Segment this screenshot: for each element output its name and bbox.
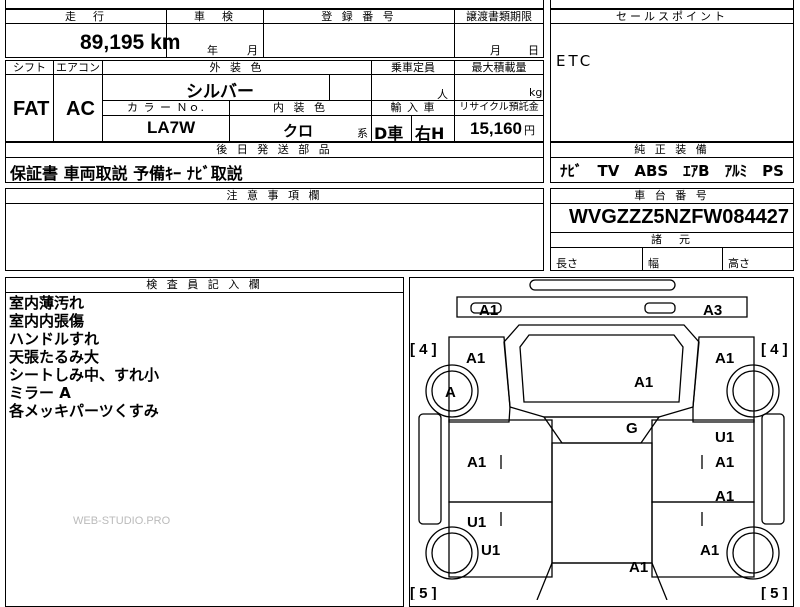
sales-point-text: ETC [556, 52, 594, 70]
recycle-value: 15,160 円 [470, 119, 535, 138]
headlight-right [644, 302, 676, 314]
watermark: WEB-STUDIO.PRO [73, 515, 171, 527]
sales-point-box [550, 23, 794, 142]
registration-box [263, 23, 455, 58]
damage-mark: A1 [467, 454, 486, 471]
load-label: 最大積載量 [454, 60, 544, 75]
damage-mark: U1 [715, 429, 734, 446]
notes-label: 注 意 事 項 欄 [5, 188, 544, 204]
equipment-label: 純 正 装 備 [550, 142, 794, 158]
inspector-line: ミラー A [9, 384, 71, 402]
dims-height: 高さ [728, 257, 750, 270]
inspection-month-unit: 月 [247, 44, 258, 57]
tire-rr-label: [ 5 ] [761, 585, 788, 600]
color-no-value: LA7W [147, 118, 196, 137]
chassis-label: 車 台 番 号 [550, 188, 794, 204]
door-front-right [651, 419, 755, 503]
exterior-value: シルバー [186, 82, 254, 102]
inspector-line: 天張たるみ大 [9, 348, 100, 366]
damage-mark: A1 [715, 350, 734, 367]
inspector-line: シートしみ中、すれ小 [9, 366, 160, 384]
dims-divider-1 [642, 247, 643, 271]
damage-mark: A1 [629, 559, 648, 576]
transfer-day-unit: 日 [528, 44, 539, 57]
damage-mark: A [445, 384, 456, 401]
top-strip [5, 0, 544, 9]
wheel-rear-left [425, 526, 479, 580]
chassis-value: WVGZZZ5NZFW084427 [569, 206, 790, 228]
interior-value: クロ [283, 122, 314, 140]
damage-mark: A1 [715, 454, 734, 471]
aircon-label: エアコン [53, 60, 103, 75]
damage-mark: A3 [703, 302, 722, 319]
dims-divider-2 [722, 247, 723, 271]
inspection-label: 車 検 [166, 9, 264, 24]
exterior-divider [329, 74, 330, 101]
damage-mark: G [626, 420, 638, 437]
wheel-rear-right [726, 526, 780, 580]
damage-mark: A1 [634, 374, 653, 391]
inspector-line: 室内内張傷 [9, 312, 85, 330]
rocker-right [761, 413, 785, 525]
import-value-1: D車 [374, 124, 404, 143]
inspector-line: ハンドルすれ [9, 330, 100, 348]
equipment-text: ﾅﾋﾞ TV ABS ｴｱB ｱﾙﾐ PS PW [560, 162, 800, 180]
exterior-label: 外 装 色 [102, 60, 372, 75]
sales-point-label: セールスポイント [550, 9, 794, 24]
rocker-left [418, 413, 442, 525]
accessories-text: 保証書 車両取説 予備ｷｰ ﾅﾋﾞ取説 [10, 164, 243, 183]
tire-rl-label: [ 5 ] [410, 585, 437, 600]
shift-label: シフト [5, 60, 54, 75]
windshield [542, 416, 661, 444]
damage-mark: A1 [700, 542, 719, 559]
shift-value: FAT [13, 98, 50, 120]
mileage-label: 走 行 [5, 9, 167, 24]
inspector-line: 各メッキパーツくすみ [9, 402, 159, 420]
roof [551, 442, 653, 564]
hood [503, 324, 700, 418]
import-value-2: 右H [415, 124, 445, 143]
inspector-lines: 室内薄汚れ 室内内張傷 ハンドルすれ 天張たるみ大 シートしみ中、すれ小 ミラー… [9, 294, 159, 420]
dims-width: 幅 [648, 257, 659, 270]
inspector-label: 検 査 員 記 入 欄 [5, 277, 404, 293]
dims-length: 長さ [556, 257, 578, 270]
front-bumper-top [529, 279, 676, 291]
damage-mark: A1 [715, 488, 734, 505]
wheel-front-right [726, 364, 780, 418]
transfer-month-unit: 月 [490, 44, 501, 57]
transfer-label: 譲渡書類期限 [454, 9, 544, 24]
capacity-label: 乗車定員 [371, 60, 455, 75]
damage-mark: A1 [466, 350, 485, 367]
tire-fr-label: [ 4 ] [761, 341, 788, 358]
aircon-value: AC [66, 98, 95, 120]
interior-suffix: 系 [357, 127, 368, 140]
car-diagram: [ 4 ] [ 4 ] [ 5 ] [ 5 ] A1 A3 A1 A1 A1 A… [410, 279, 788, 600]
load-unit: kg [529, 86, 543, 99]
import-divider [411, 115, 412, 142]
recycle-label: リサイクル預託金 [454, 100, 544, 116]
hood-inner [519, 334, 684, 403]
damage-mark: U1 [481, 542, 500, 559]
inspection-year-unit: 年 [207, 44, 218, 57]
top-strip-right [550, 0, 794, 9]
interior-label: 内 装 色 [229, 100, 372, 116]
rear-window [552, 562, 668, 600]
accessories-label: 後 日 発 送 部 品 [5, 142, 544, 158]
damage-mark: A1 [479, 302, 498, 319]
notes-box [5, 203, 544, 271]
dims-box [550, 247, 794, 271]
import-label: 輸 入 車 [371, 100, 455, 116]
inspector-line: 室内薄汚れ [9, 294, 85, 312]
registration-label: 登 録 番 号 [263, 9, 455, 24]
tire-fl-label: [ 4 ] [410, 341, 437, 358]
color-no-label: カ ラ ー Ｎｏ. [102, 100, 230, 116]
damage-mark: U1 [467, 514, 486, 531]
dims-label: 諸 元 [550, 232, 794, 248]
